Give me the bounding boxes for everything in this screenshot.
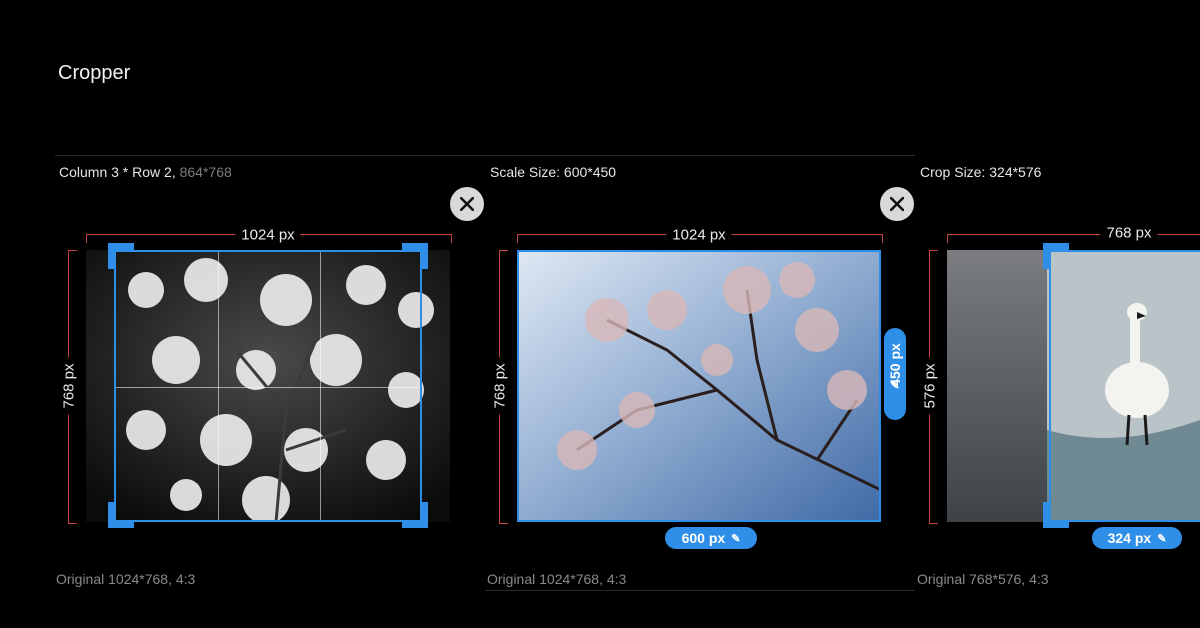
- close-button[interactable]: [450, 187, 484, 221]
- crop-frame[interactable]: [1049, 250, 1200, 522]
- panel-grid: Column 3 * Row 2, 864*768 1024 px 768 px: [54, 150, 474, 600]
- grid-line: [320, 252, 321, 520]
- height-value: 450 px: [887, 342, 903, 387]
- height-dimension-label: 768 px: [491, 357, 509, 415]
- panel-header: Column 3 * Row 2, 864*768: [59, 164, 232, 180]
- pencil-icon: ✎: [731, 532, 741, 545]
- height-dimension-label: 576 px: [921, 357, 939, 415]
- width-dimension-label: 1024 px: [666, 226, 732, 244]
- crop-size-label: Crop Size: 324*576: [920, 164, 1042, 180]
- pencil-icon: ✎: [1157, 532, 1167, 545]
- original-info: Original 1024*768, 4:3: [487, 571, 627, 587]
- original-info: Original 1024*768, 4:3: [56, 571, 196, 587]
- grid-line: [218, 252, 219, 520]
- panel-scale: Scale Size: 600*450 1024 px 768 px 450 p…: [485, 150, 910, 600]
- width-input-pill[interactable]: 324 px ✎: [1092, 527, 1182, 549]
- close-icon: [460, 197, 474, 211]
- crop-handle-bottom-left[interactable]: [108, 502, 134, 528]
- crop-handle-top-right[interactable]: [402, 243, 428, 269]
- close-button[interactable]: [880, 187, 914, 221]
- crop-handle-bottom-left[interactable]: [1043, 502, 1069, 528]
- scale-frame[interactable]: [517, 250, 881, 522]
- crop-frame[interactable]: [114, 250, 422, 522]
- width-dimension-line: [947, 234, 1200, 243]
- original-info: Original 768*576, 4:3: [917, 571, 1049, 587]
- height-input-pill[interactable]: 450 px ✎: [884, 328, 906, 420]
- scale-size-label: Scale Size: 600*450: [490, 164, 617, 180]
- width-input-pill[interactable]: 600 px ✎: [665, 527, 757, 549]
- width-value: 600 px: [681, 530, 726, 546]
- panel-crop: Crop Size: 324*576 768 px 576 px 324 px …: [915, 150, 1200, 600]
- crop-handle-top-left[interactable]: [1043, 243, 1069, 269]
- width-dimension-label: 1024 px: [235, 226, 301, 244]
- grid-line: [116, 387, 420, 388]
- app-title: Cropper: [58, 62, 131, 84]
- close-icon: [890, 197, 904, 211]
- crop-handle-top-left[interactable]: [108, 243, 134, 269]
- grid-cell-size: 864*768: [179, 164, 232, 180]
- grid-size-label: Column 3 * Row 2,: [59, 164, 176, 180]
- width-dimension-label: 768 px: [1100, 224, 1158, 242]
- crop-handle-bottom-right[interactable]: [402, 502, 428, 528]
- height-dimension-label: 768 px: [60, 357, 78, 415]
- width-value: 324 px: [1107, 530, 1152, 546]
